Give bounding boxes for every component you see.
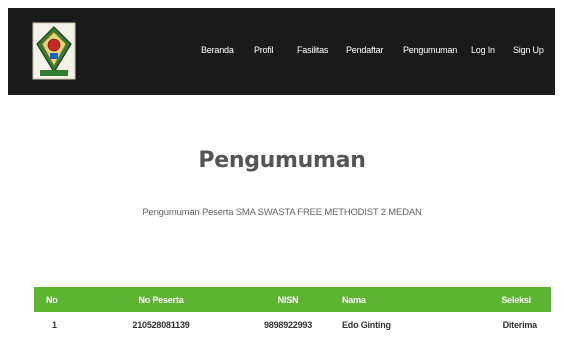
column-header-nama: Nama [336, 287, 431, 312]
cell-seleksi: Diterima [502, 319, 538, 330]
page-subtitle: Pengumuman Peserta SMA SWASTA FREE METHO… [142, 207, 422, 218]
nav-item-pendaftar[interactable]: Pendaftar [346, 45, 383, 55]
nav-item-fasilitas[interactable]: Fasilitas [297, 45, 328, 55]
navbar: Beranda Profil Fasilitas Pendaftar Pengu… [8, 8, 555, 95]
nav-item-login[interactable]: Log In [471, 45, 495, 55]
table-header-row: No No Peserta NISN Nama Seleksi [34, 287, 551, 312]
cell-no: 1 [52, 319, 57, 330]
cell-nama: Edo Ginting [342, 319, 391, 330]
table-header: No No Peserta NISN Nama Seleksi [34, 287, 551, 312]
column-header-no: No [34, 287, 82, 312]
table-row: 1 210528081139 9898922993 Edo Ginting Di… [34, 312, 551, 337]
column-header-seleksi: Seleksi [431, 287, 551, 312]
cell-nisn: 9898922993 [263, 319, 313, 330]
page-title: Pengumuman [198, 148, 366, 173]
column-header-no-peserta: No Peserta [82, 287, 240, 312]
nav-item-pengumuman[interactable]: Pengumuman [403, 45, 457, 55]
cell-no-peserta: 210528081139 [132, 319, 190, 330]
table-body: 1 210528081139 9898922993 Edo Ginting Di… [34, 312, 551, 337]
nav-item-profil[interactable]: Profil [254, 45, 274, 55]
column-header-nisn: NISN [240, 287, 336, 312]
nav-item-beranda[interactable]: Beranda [201, 45, 234, 55]
nav-menu: Beranda Profil Fasilitas Pendaftar Pengu… [8, 8, 555, 95]
announcement-table: No No Peserta NISN Nama Seleksi 1 210528… [34, 287, 551, 337]
nav-item-signup[interactable]: Sign Up [513, 45, 544, 55]
